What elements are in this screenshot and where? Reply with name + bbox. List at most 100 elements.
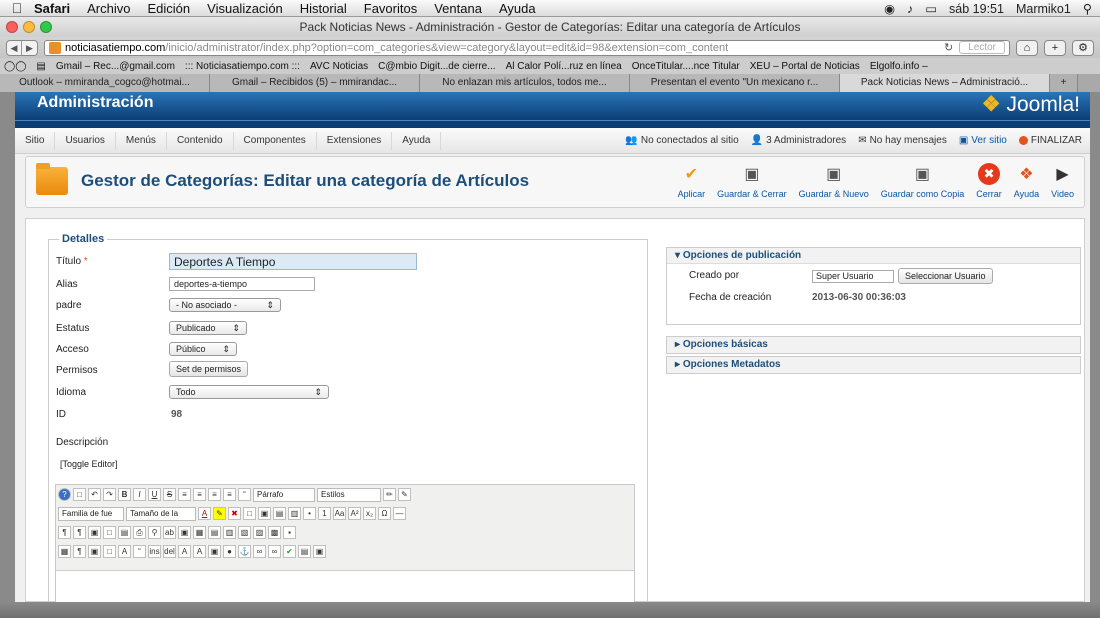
align-center-icon[interactable]: ≡ bbox=[193, 488, 206, 501]
fullscreen-icon[interactable]: ▣ bbox=[88, 526, 101, 539]
title-field[interactable]: Deportes A Tiempo bbox=[169, 253, 417, 270]
wifi-icon[interactable]: ◉ bbox=[884, 1, 895, 16]
reading-list-icon[interactable]: ◯◯ bbox=[4, 61, 26, 72]
grid-icon[interactable]: ▦ bbox=[58, 545, 71, 558]
user-name[interactable]: Marmiko1 bbox=[1016, 2, 1071, 16]
styles-select[interactable]: Estilos bbox=[317, 487, 381, 502]
close-window-button[interactable] bbox=[6, 21, 18, 33]
underline-icon[interactable]: U bbox=[148, 488, 161, 501]
highlight-icon[interactable]: ✎ bbox=[213, 507, 226, 520]
apple-icon[interactable]:  bbox=[0, 0, 34, 16]
subscript-icon[interactable]: x₂ bbox=[363, 507, 376, 520]
add-bookmark-icon[interactable]: + bbox=[1044, 39, 1066, 56]
align-right-icon[interactable]: ≡ bbox=[208, 488, 221, 501]
cell-props-icon[interactable]: ▪ bbox=[283, 526, 296, 539]
tab-outlook[interactable]: Outlook – mmiranda_cogco@hotmai... bbox=[0, 74, 210, 92]
menu-ayuda[interactable]: Ayuda bbox=[499, 1, 536, 16]
apply-button[interactable]: ✔ Aplicar bbox=[672, 163, 712, 199]
menu-archivo[interactable]: Archivo bbox=[87, 1, 130, 16]
layer-icon[interactable]: ▣ bbox=[88, 545, 101, 558]
copy-icon[interactable]: □ bbox=[243, 507, 256, 520]
forward-icon[interactable]: ▶ bbox=[22, 41, 37, 55]
url-field[interactable]: noticiasatiempo.com /inicio/administrato… bbox=[44, 39, 1010, 56]
split-icon[interactable]: ▨ bbox=[253, 526, 266, 539]
undo-icon[interactable]: ↶ bbox=[88, 488, 101, 501]
bookmark-item[interactable]: AVC Noticias bbox=[310, 61, 368, 72]
unlink-icon[interactable]: ∞ bbox=[268, 545, 281, 558]
ins-icon[interactable]: ins bbox=[148, 545, 161, 558]
clock[interactable]: sáb 19:51 bbox=[949, 2, 1004, 16]
cut-icon[interactable]: ✖ bbox=[228, 507, 241, 520]
anchor-icon[interactable]: ⚓ bbox=[238, 545, 251, 558]
abbr-icon[interactable]: A bbox=[118, 545, 131, 558]
box-icon[interactable]: □ bbox=[103, 545, 116, 558]
menu-ayuda-admin[interactable]: Ayuda bbox=[392, 131, 442, 150]
publish-options-header[interactable]: ▾ Opciones de publicación bbox=[667, 248, 1080, 264]
bookmark-item[interactable]: Gmail – Rec...@gmail.com bbox=[56, 61, 175, 72]
del-icon[interactable]: del bbox=[163, 545, 176, 558]
menu-componentes[interactable]: Componentes bbox=[234, 131, 317, 150]
format-select[interactable]: Párrafo bbox=[253, 487, 315, 502]
logout-link[interactable]: FINALIZAR bbox=[1018, 135, 1082, 146]
permissions-button[interactable]: Set de permisos bbox=[169, 361, 249, 377]
menu-favoritos[interactable]: Favoritos bbox=[364, 1, 417, 16]
justify-icon[interactable]: ≡ bbox=[223, 488, 236, 501]
font-size-icon[interactable]: Aa bbox=[333, 507, 346, 520]
strike-icon[interactable]: S bbox=[163, 488, 176, 501]
rtl-icon[interactable]: ¶ bbox=[73, 526, 86, 539]
media-icon[interactable]: ▣ bbox=[208, 545, 221, 558]
tab-no-enlazan[interactable]: No enlazan mis artículos, todos me... bbox=[420, 74, 630, 92]
back-icon[interactable]: ◀ bbox=[7, 40, 22, 55]
code-icon[interactable]: ▣ bbox=[313, 545, 326, 558]
help-button[interactable]: ❖ Ayuda bbox=[1008, 163, 1045, 199]
menu-visualizacion[interactable]: Visualización bbox=[207, 1, 283, 16]
save-new-button[interactable]: ▣ Guardar & Nuevo bbox=[793, 163, 875, 199]
char-icon[interactable]: A bbox=[193, 545, 206, 558]
bookmark-item[interactable]: OnceTitular....nce Titular bbox=[632, 61, 740, 72]
status-select[interactable]: Publicado ⇕ bbox=[169, 321, 247, 335]
menu-sitio[interactable]: Sitio bbox=[15, 131, 56, 150]
bookmark-item[interactable]: C@mbio Digit...de cierre... bbox=[378, 61, 495, 72]
font-size-select[interactable]: Tamaño de la bbox=[126, 506, 196, 521]
zoom-window-button[interactable] bbox=[40, 21, 52, 33]
table-icon[interactable]: ▦ bbox=[193, 526, 206, 539]
new-doc-icon[interactable]: □ bbox=[73, 488, 86, 501]
close-button[interactable]: ✖ Cerrar bbox=[970, 163, 1008, 199]
editor-area[interactable] bbox=[56, 570, 634, 602]
menu-usuarios[interactable]: Usuarios bbox=[55, 131, 116, 150]
find-icon[interactable]: ⚲ bbox=[148, 526, 161, 539]
menu-menus[interactable]: Menús bbox=[116, 131, 167, 150]
numbered-list-icon[interactable]: 1 bbox=[318, 507, 331, 520]
toggle-editor-link[interactable]: [Toggle Editor] bbox=[60, 459, 118, 469]
merge-icon[interactable]: ▧ bbox=[238, 526, 251, 539]
replace-icon[interactable]: ab bbox=[163, 526, 176, 539]
minimize-window-button[interactable] bbox=[23, 21, 35, 33]
language-select[interactable]: Todo ⇕ bbox=[169, 385, 329, 399]
menu-edicion[interactable]: Edición bbox=[148, 1, 191, 16]
italic-icon[interactable]: I bbox=[133, 488, 146, 501]
redo-icon[interactable]: ↷ bbox=[103, 488, 116, 501]
align-left-icon[interactable]: ≡ bbox=[178, 488, 191, 501]
reload-icon[interactable]: ↻ bbox=[944, 41, 953, 54]
cell-icon[interactable]: ▩ bbox=[268, 526, 281, 539]
preview-icon[interactable]: □ bbox=[103, 526, 116, 539]
menu-historial[interactable]: Historial bbox=[300, 1, 347, 16]
menu-contenido[interactable]: Contenido bbox=[167, 131, 234, 150]
bullet-list-icon[interactable]: • bbox=[303, 507, 316, 520]
reader-button[interactable]: Lector bbox=[959, 41, 1005, 54]
quote-icon[interactable]: “ bbox=[238, 488, 251, 501]
cite-icon[interactable]: “ bbox=[133, 545, 146, 558]
parent-select[interactable]: - No asociado - ⇕ bbox=[169, 298, 281, 312]
spellcheck-icon[interactable]: ✔ bbox=[283, 545, 296, 558]
broom-icon[interactable]: ✎ bbox=[398, 488, 411, 501]
bookmarks-icon[interactable]: ▤ bbox=[36, 61, 45, 72]
print-icon[interactable]: ⎙ bbox=[133, 526, 146, 539]
video-button[interactable]: ▶ Video bbox=[1045, 163, 1080, 199]
eraser-icon[interactable]: ✏ bbox=[383, 488, 396, 501]
pilcrow-icon[interactable]: ¶ bbox=[73, 545, 86, 558]
bold-icon[interactable]: B bbox=[118, 488, 131, 501]
hr-icon[interactable]: — bbox=[393, 507, 406, 520]
tab-presentan[interactable]: Presentan el evento "Un mexicano r... bbox=[630, 74, 840, 92]
tab-gmail[interactable]: Gmail – Recibidos (5) – mmirandac... bbox=[210, 74, 420, 92]
help-icon[interactable]: ? bbox=[58, 488, 71, 501]
